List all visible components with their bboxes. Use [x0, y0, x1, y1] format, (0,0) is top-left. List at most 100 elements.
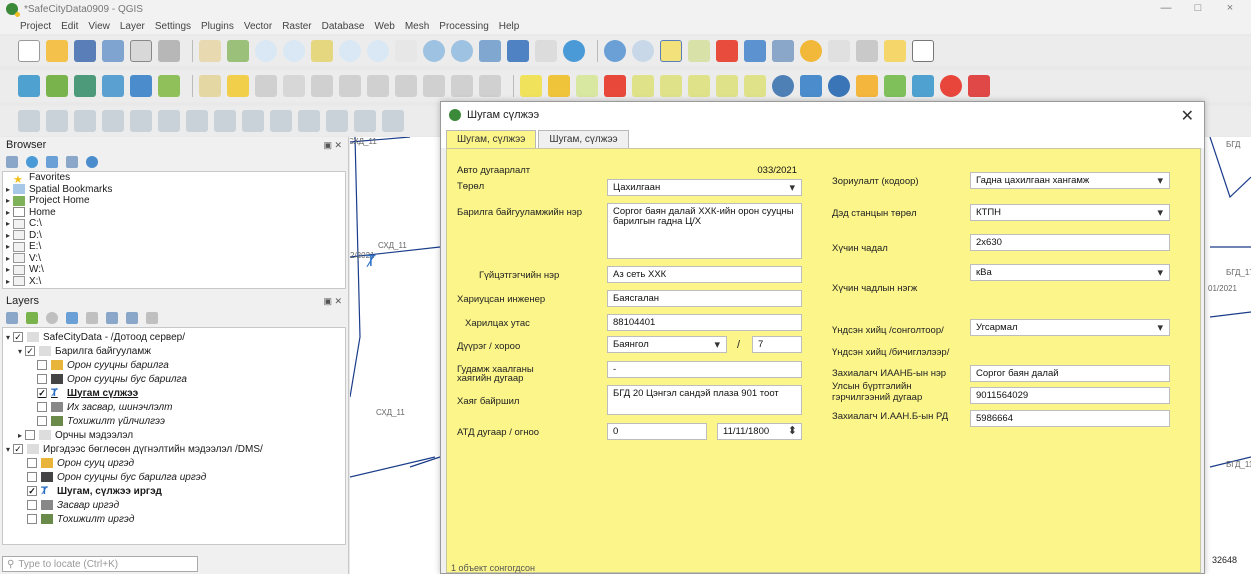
- save-edits-icon[interactable]: [255, 75, 277, 97]
- zoom-native-icon[interactable]: [395, 40, 417, 62]
- filter-expression-icon[interactable]: [86, 312, 98, 324]
- browser-item-x[interactable]: ▸ X:\: [3, 276, 345, 288]
- label-show-icon[interactable]: [632, 75, 654, 97]
- save-project-icon[interactable]: [74, 40, 96, 62]
- layer-citizen-residential[interactable]: Орон сууц иргэд: [3, 456, 345, 470]
- attribute-table-icon[interactable]: [744, 40, 766, 62]
- add-part-icon[interactable]: [242, 110, 264, 132]
- simplify-icon[interactable]: [186, 110, 208, 132]
- layer-checkbox[interactable]: [37, 416, 47, 426]
- tab-network-2[interactable]: Шугам, сүлжээ: [538, 130, 629, 148]
- menu-database[interactable]: Database: [322, 21, 365, 32]
- db-remove-icon[interactable]: [968, 75, 990, 97]
- db-icon[interactable]: [912, 75, 934, 97]
- layer-checkbox[interactable]: ✓: [25, 346, 35, 356]
- new-map-view-icon[interactable]: [479, 40, 501, 62]
- pan-to-selection-icon[interactable]: [227, 40, 249, 62]
- menu-web[interactable]: Web: [374, 21, 394, 32]
- advanced-digitizing-icon[interactable]: [18, 110, 40, 132]
- label-move-icon[interactable]: [660, 75, 682, 97]
- split-icon[interactable]: [46, 110, 68, 132]
- copy-icon[interactable]: [395, 75, 417, 97]
- layer-citizen-nonresidential[interactable]: Орон сууцны бус барилга иргэд: [3, 470, 345, 484]
- address-textarea[interactable]: БГД 20 Цэнгэл сандэй плаза 901 тоот: [607, 385, 802, 415]
- zoom-last-icon[interactable]: [423, 40, 445, 62]
- client-name-field[interactable]: Соргог баян далай: [970, 365, 1170, 382]
- layer-checkbox[interactable]: [37, 402, 47, 412]
- add-spatialite-icon[interactable]: [130, 75, 152, 97]
- label-rotate-icon[interactable]: [688, 75, 710, 97]
- redo-icon[interactable]: [479, 75, 501, 97]
- tower-icon[interactable]: Ⱦ: [366, 253, 376, 271]
- browser-item-bookmarks[interactable]: ▸ Spatial Bookmarks: [3, 184, 345, 196]
- menu-help[interactable]: Help: [499, 21, 520, 32]
- menu-project[interactable]: Project: [20, 21, 51, 32]
- edit-icon[interactable]: [227, 75, 249, 97]
- collapse-all-icon[interactable]: [126, 312, 138, 324]
- label-diagram-icon[interactable]: [744, 75, 766, 97]
- layer-checkbox[interactable]: [27, 458, 37, 468]
- vertex-icon[interactable]: [354, 110, 376, 132]
- layer-checkbox[interactable]: ✓: [37, 388, 47, 398]
- bookmark-icon[interactable]: [507, 40, 529, 62]
- layer-group-environment[interactable]: ▸ Орчны мэдээлэл: [3, 428, 345, 442]
- refresh-icon[interactable]: [26, 156, 38, 168]
- report-icon[interactable]: [856, 75, 878, 97]
- split-parts-icon[interactable]: [382, 110, 404, 132]
- undo-icon[interactable]: [451, 75, 473, 97]
- layer-network[interactable]: ✓ Ⱦ Шугам сүлжээ: [3, 386, 345, 400]
- maximize-button[interactable]: □: [1183, 2, 1213, 14]
- paste-icon[interactable]: [423, 75, 445, 97]
- label-highlight-icon[interactable]: [604, 75, 626, 97]
- open-project-icon[interactable]: [46, 40, 68, 62]
- text-annotation-icon[interactable]: [912, 40, 934, 62]
- menu-vector[interactable]: Vector: [244, 21, 272, 32]
- zoom-layer-icon[interactable]: [367, 40, 389, 62]
- save-as-icon[interactable]: [102, 40, 124, 62]
- gear-icon[interactable]: [800, 40, 822, 62]
- menu-plugins[interactable]: Plugins: [201, 21, 234, 32]
- globe-icon[interactable]: [772, 75, 794, 97]
- auto-number-field[interactable]: 033/2021: [607, 163, 802, 180]
- atd-date-field[interactable]: 11/11/1800: [717, 423, 802, 440]
- add-selected-icon[interactable]: [6, 156, 18, 168]
- district-select[interactable]: Баянгол: [607, 336, 727, 353]
- filter-legend-icon[interactable]: [66, 312, 78, 324]
- visibility-icon[interactable]: [46, 312, 58, 324]
- browser-item-e[interactable]: ▸ E:\: [3, 241, 345, 253]
- filter-icon[interactable]: [46, 156, 58, 168]
- info-icon[interactable]: [86, 156, 98, 168]
- browser-item-d[interactable]: ▸ D:\: [3, 230, 345, 242]
- layer-checkbox[interactable]: [27, 472, 37, 482]
- action-icon[interactable]: [632, 40, 654, 62]
- layer-repair[interactable]: Их засвар, шинэчлэлт: [3, 400, 345, 414]
- open-styling-icon[interactable]: [6, 312, 18, 324]
- statistics-icon[interactable]: [772, 40, 794, 62]
- pie-chart-icon[interactable]: [828, 75, 850, 97]
- purpose-select[interactable]: Гадна цахилгаан хангамж: [970, 172, 1170, 189]
- new-project-icon[interactable]: [18, 40, 40, 62]
- menu-mesh[interactable]: Mesh: [405, 21, 429, 32]
- select-features-icon[interactable]: [660, 40, 682, 62]
- client-rd-field[interactable]: 5986664: [970, 410, 1170, 427]
- contractor-field[interactable]: Аз сеть ХХК: [607, 266, 802, 283]
- zoom-selection-icon[interactable]: [339, 40, 361, 62]
- reshape-icon[interactable]: [102, 110, 124, 132]
- zoom-in-icon[interactable]: [255, 40, 277, 62]
- zoom-next-icon[interactable]: [451, 40, 473, 62]
- style-manager-icon[interactable]: [158, 40, 180, 62]
- label-icon[interactable]: [520, 75, 542, 97]
- rotate-icon[interactable]: [158, 110, 180, 132]
- menu-edit[interactable]: Edit: [61, 21, 78, 32]
- layer-checkbox[interactable]: [37, 374, 47, 384]
- layer-group-safecity[interactable]: ▾ ✓ SafeCityData - /Дотоод сервер/: [3, 330, 345, 344]
- remove-layer-icon[interactable]: [146, 312, 158, 324]
- label-tool-icon[interactable]: [548, 75, 570, 97]
- layer-checkbox[interactable]: [27, 500, 37, 510]
- layer-nonresidential[interactable]: Орон сууцны бус барилга: [3, 372, 345, 386]
- layer-landscaping[interactable]: Тохижилт үйлчилгээ: [3, 414, 345, 428]
- browser-item-v[interactable]: ▸ V:\: [3, 253, 345, 265]
- add-feature-icon[interactable]: [283, 75, 305, 97]
- menu-processing[interactable]: Processing: [439, 21, 488, 32]
- cut-icon[interactable]: [367, 75, 389, 97]
